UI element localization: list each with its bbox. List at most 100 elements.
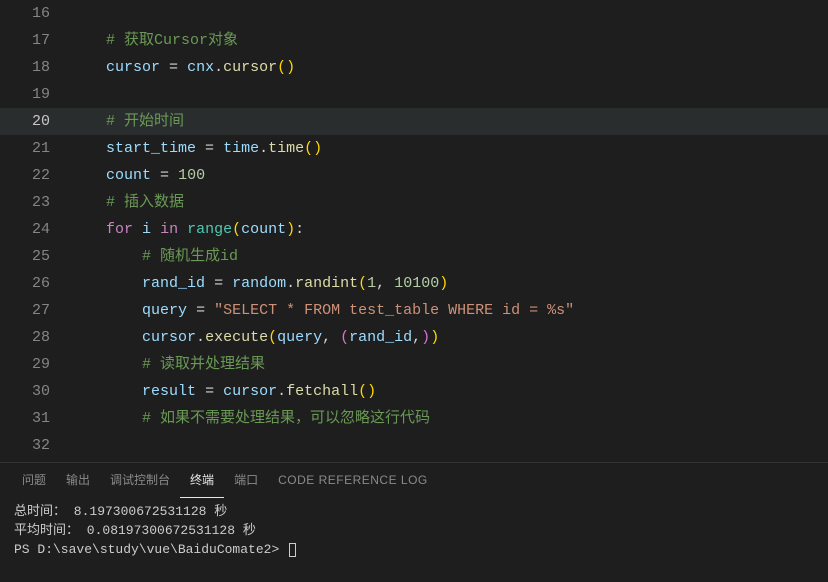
code-content[interactable] [70, 432, 828, 459]
token-plain [214, 383, 223, 400]
token-variable: count [241, 221, 286, 238]
line-number[interactable]: 32 [0, 432, 70, 459]
code-line[interactable]: 22 count = 100 [0, 162, 828, 189]
code-content[interactable]: # 随机生成id [70, 243, 828, 270]
code-content[interactable]: # 开始时间 [70, 108, 828, 135]
token-variable: time [223, 140, 259, 157]
token-plain [169, 167, 178, 184]
panel-tabs: 问题 输出 调试控制台 终端 端口 CODE REFERENCE LOG [0, 463, 828, 498]
code-content[interactable]: rand_id = random.randint(1, 10100) [70, 270, 828, 297]
line-number[interactable]: 21 [0, 135, 70, 162]
token-number: 1 [367, 275, 376, 292]
token-plain: . [196, 329, 205, 346]
tab-problems[interactable]: 问题 [12, 463, 56, 498]
token-operator: = [169, 59, 178, 76]
code-content[interactable]: query = "SELECT * FROM test_table WHERE … [70, 297, 828, 324]
code-editor[interactable]: 16 17 # 获取Cursor对象18 cursor = cnx. cursor… [0, 0, 828, 462]
code-line[interactable]: 27 query = "SELECT * FROM test_table WHE… [0, 297, 828, 324]
code-content[interactable]: cursor = cnx.cursor() [70, 54, 828, 81]
token-variable: cursor [223, 383, 277, 400]
code-line[interactable]: 25 # 随机生成id [0, 243, 828, 270]
line-number[interactable]: 29 [0, 351, 70, 378]
token-variable: result [142, 383, 196, 400]
code-content[interactable]: cursor.execute(query, (rand_id,)) [70, 324, 828, 351]
token-paren: () [277, 59, 295, 76]
code-line[interactable]: 21 start_time = time.time() [0, 135, 828, 162]
code-content[interactable] [70, 81, 828, 108]
tab-ports[interactable]: 端口 [224, 463, 268, 498]
code-line[interactable]: 28 cursor.execute(query, (rand_id,)) [0, 324, 828, 351]
code-line[interactable]: 30 result = cursor.fetchall() [0, 378, 828, 405]
token-paren: ( [268, 329, 277, 346]
code-line[interactable]: 23 # 插入数据 [0, 189, 828, 216]
line-number[interactable]: 31 [0, 405, 70, 432]
line-number[interactable]: 23 [0, 189, 70, 216]
token-variable: query [277, 329, 322, 346]
line-number[interactable]: 20 [0, 108, 70, 135]
token-plain [133, 221, 142, 238]
token-plain [196, 383, 205, 400]
code-line[interactable]: 16 [0, 0, 828, 27]
token-variable: cnx [187, 59, 214, 76]
terminal-output[interactable]: 总时间： 8.197300672531128 秒 平均时间： 0.0819730… [0, 498, 828, 582]
line-number[interactable]: 28 [0, 324, 70, 351]
token-variable: cursor [106, 59, 160, 76]
code-content[interactable] [70, 0, 828, 27]
line-number[interactable]: 27 [0, 297, 70, 324]
token-plain: . [286, 275, 295, 292]
tab-debug-console[interactable]: 调试控制台 [100, 463, 180, 498]
token-variable: rand_id [142, 275, 205, 292]
token-variable: random [232, 275, 286, 292]
token-operator: = [160, 167, 169, 184]
code-line[interactable]: 26 rand_id = random.randint(1, 10100) [0, 270, 828, 297]
tab-output[interactable]: 输出 [56, 463, 100, 498]
code-line[interactable]: 17 # 获取Cursor对象 [0, 27, 828, 54]
token-plain: . [214, 59, 223, 76]
token-funccall: randint [295, 275, 358, 292]
token-plain: , [322, 329, 340, 346]
token-plain [160, 59, 169, 76]
line-number[interactable]: 18 [0, 54, 70, 81]
token-plain: : [295, 221, 304, 238]
code-content[interactable]: # 插入数据 [70, 189, 828, 216]
token-plain: , [412, 329, 421, 346]
line-number[interactable]: 25 [0, 243, 70, 270]
code-line[interactable]: 31 # 如果不需要处理结果，可以忽略这行代码 [0, 405, 828, 432]
token-keyword: in [160, 221, 178, 238]
token-paren: ) [439, 275, 448, 292]
line-number[interactable]: 16 [0, 0, 70, 27]
line-number[interactable]: 30 [0, 378, 70, 405]
token-paren: ) [286, 221, 295, 238]
code-line[interactable]: 32 [0, 432, 828, 459]
line-number[interactable]: 22 [0, 162, 70, 189]
line-number[interactable]: 19 [0, 81, 70, 108]
code-content[interactable]: # 读取并处理结果 [70, 351, 828, 378]
code-content[interactable]: for i in range(count): [70, 216, 828, 243]
token-paren: () [304, 140, 322, 157]
code-line[interactable]: 29 # 读取并处理结果 [0, 351, 828, 378]
token-comment: # 插入数据 [106, 194, 184, 211]
tab-terminal[interactable]: 终端 [180, 463, 224, 498]
code-content[interactable]: # 如果不需要处理结果，可以忽略这行代码 [70, 405, 828, 432]
code-content[interactable]: count = 100 [70, 162, 828, 189]
line-number[interactable]: 17 [0, 27, 70, 54]
code-line[interactable]: 18 cursor = cnx.cursor() [0, 54, 828, 81]
code-content[interactable]: result = cursor.fetchall() [70, 378, 828, 405]
code-line[interactable]: 19 [0, 81, 828, 108]
token-plain [151, 221, 160, 238]
token-plain: . [259, 140, 268, 157]
code-line[interactable]: 20 # 开始时间 [0, 108, 828, 135]
code-line[interactable]: 24 for i in range(count): [0, 216, 828, 243]
token-variable: query [142, 302, 187, 319]
line-number[interactable]: 24 [0, 216, 70, 243]
code-content[interactable]: # 获取Cursor对象 [70, 27, 828, 54]
line-number[interactable]: 26 [0, 270, 70, 297]
code-content[interactable]: start_time = time.time() [70, 135, 828, 162]
bottom-panel: 问题 输出 调试控制台 终端 端口 CODE REFERENCE LOG 总时间… [0, 462, 828, 582]
token-number: 100 [178, 167, 205, 184]
token-variable: rand_id [349, 329, 412, 346]
tab-code-reference-log[interactable]: CODE REFERENCE LOG [268, 463, 438, 498]
token-plain [223, 275, 232, 292]
token-operator: = [196, 302, 205, 319]
token-funccall: fetchall [286, 383, 358, 400]
